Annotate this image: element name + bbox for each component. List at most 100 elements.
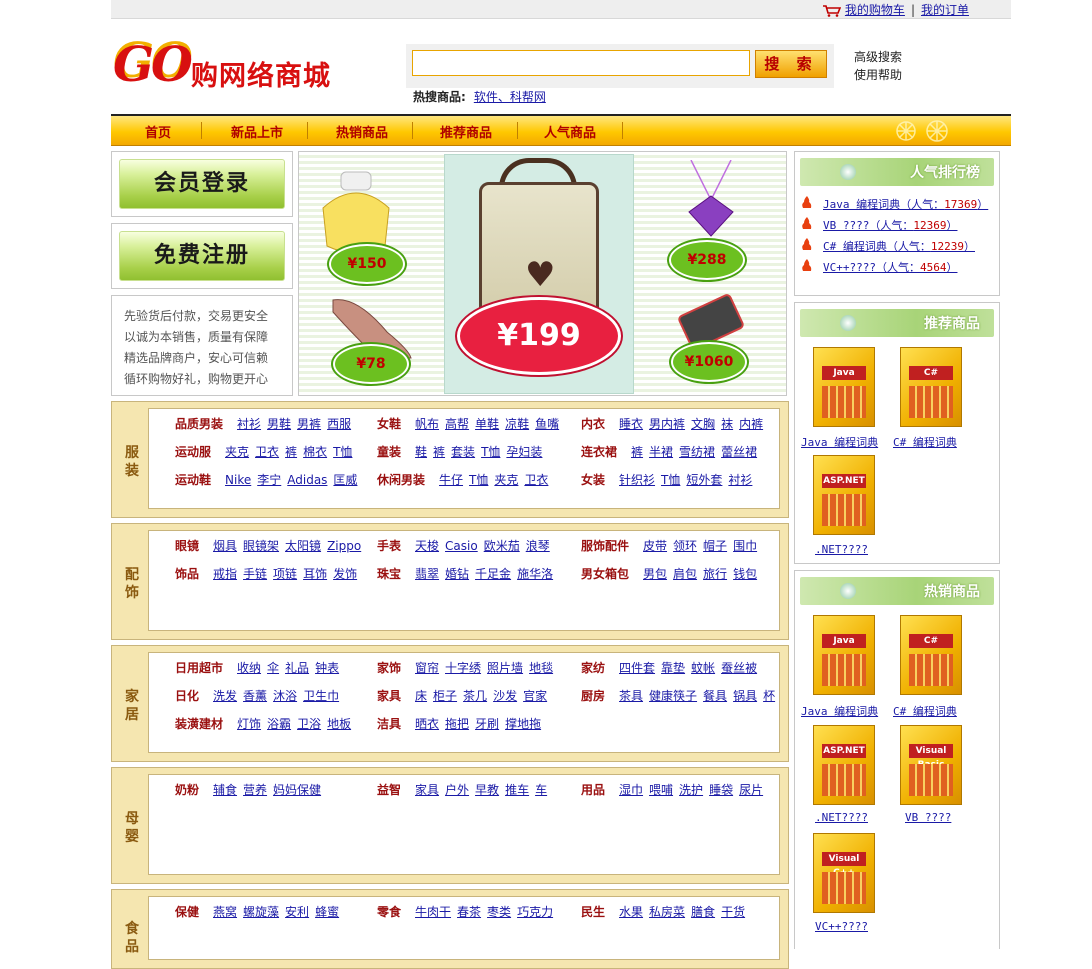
subcategory-link[interactable]: 牙刷 (475, 717, 499, 731)
book-cover[interactable]: Java (813, 347, 877, 429)
subcategory-link[interactable]: T恤 (469, 473, 488, 487)
subcategory-title[interactable]: 珠宝 (377, 565, 401, 582)
subcategory-title[interactable]: 益智 (377, 781, 401, 798)
subcategory-title[interactable]: 连衣裙 (581, 443, 617, 460)
ranking-item[interactable]: VC++????（人气：4564） (801, 259, 997, 277)
subcategory-link[interactable]: 戒指 (213, 567, 237, 581)
subcategory-link[interactable]: 皮带 (643, 539, 667, 553)
subcategory-title[interactable]: 保健 (175, 903, 199, 920)
subcategory-link[interactable]: 牛肉干 (415, 905, 451, 919)
subcategory-link[interactable]: 茶几 (463, 689, 487, 703)
subcategory-title[interactable]: 内衣 (581, 415, 605, 432)
subcategory-link[interactable]: 针织衫 (619, 473, 655, 487)
book-link[interactable]: Java 编程词典 (801, 703, 878, 719)
subcategory-link[interactable]: 尿片 (739, 783, 763, 797)
subcategory-link[interactable]: 肩包 (673, 567, 697, 581)
subcategory-link[interactable]: 湿巾 (619, 783, 643, 797)
subcategory-link[interactable]: 衬衫 (728, 473, 752, 487)
book-link[interactable]: C# 编程词典 (893, 434, 957, 450)
subcategory-title[interactable]: 运动鞋 (175, 471, 211, 488)
ranking-item[interactable]: C# 编程词典（人气：12239） (801, 238, 997, 256)
subcategory-title[interactable]: 休闲男装 (377, 471, 425, 488)
subcategory-link[interactable]: 早教 (475, 783, 499, 797)
subcategory-title[interactable]: 品质男装 (175, 415, 223, 432)
subcategory-title[interactable]: 手表 (377, 537, 401, 554)
book-cover[interactable]: Java (813, 615, 877, 697)
book-link[interactable]: .NET???? (815, 811, 868, 824)
subcategory-link[interactable]: 收纳 (237, 661, 261, 675)
subcategory-link[interactable]: 撑地拖 (505, 717, 541, 731)
subcategory-link[interactable]: 裤 (285, 445, 297, 459)
subcategory-title[interactable]: 运动服 (175, 443, 211, 460)
subcategory-link[interactable]: 沐浴 (273, 689, 297, 703)
subcategory-link[interactable]: T恤 (661, 473, 680, 487)
subcategory-link[interactable]: 四件套 (619, 661, 655, 675)
subcategory-link[interactable]: 辅食 (213, 783, 237, 797)
subcategory-link[interactable]: 干货 (721, 905, 745, 919)
subcategory-title[interactable]: 男女箱包 (581, 565, 629, 582)
subcategory-title[interactable]: 厨房 (581, 687, 605, 704)
subcategory-link[interactable]: 天梭 (415, 539, 439, 553)
subcategory-title[interactable]: 日化 (175, 687, 199, 704)
book-link[interactable]: Java 编程词典 (801, 434, 878, 450)
subcategory-link[interactable]: Zippo (327, 539, 361, 553)
book-link[interactable]: VB ???? (905, 811, 951, 824)
subcategory-link[interactable]: 喂哺 (649, 783, 673, 797)
my-orders-link[interactable]: 我的订单 (921, 3, 969, 17)
subcategory-title[interactable]: 洁具 (377, 715, 401, 732)
subcategory-link[interactable]: Nike (225, 473, 251, 487)
subcategory-link[interactable]: 孕妇装 (506, 445, 542, 459)
ranking-link[interactable]: VB ????（人气：12369） (823, 219, 957, 232)
subcategory-link[interactable]: 太阳镜 (285, 539, 321, 553)
subcategory-link[interactable]: 洗发 (213, 689, 237, 703)
book-cover[interactable]: Visual C++ (813, 833, 877, 915)
subcategory-link[interactable]: 晒衣 (415, 717, 439, 731)
subcategory-link[interactable]: T恤 (481, 445, 500, 459)
subcategory-link[interactable]: 帽子 (703, 539, 727, 553)
subcategory-link[interactable]: 单鞋 (475, 417, 499, 431)
subcategory-link[interactable]: 千足金 (475, 567, 511, 581)
book-cover[interactable]: ASP.NET (813, 455, 877, 537)
ranking-link[interactable]: C# 编程词典（人气：12239） (823, 240, 975, 253)
subcategory-link[interactable]: Casio (445, 539, 478, 553)
subcategory-link[interactable]: 男内裤 (649, 417, 685, 431)
book-link[interactable]: C# 编程词典 (893, 703, 957, 719)
nav-home[interactable]: 首页 (145, 122, 171, 141)
ranking-link[interactable]: Java 编程词典（人气：17369） (823, 198, 988, 211)
subcategory-title[interactable]: 日用超市 (175, 659, 223, 676)
subcategory-link[interactable]: 地毯 (529, 661, 553, 675)
subcategory-link[interactable]: 鱼嘴 (535, 417, 559, 431)
subcategory-link[interactable]: 李宁 (257, 473, 281, 487)
subcategory-link[interactable]: 衬衫 (237, 417, 261, 431)
subcategory-link[interactable]: 蚕丝被 (721, 661, 757, 675)
subcategory-title[interactable]: 奶粉 (175, 781, 199, 798)
subcategory-link[interactable]: 蚊帐 (691, 661, 715, 675)
subcategory-link[interactable]: 地板 (327, 717, 351, 731)
subcategory-link[interactable]: 柜子 (433, 689, 457, 703)
subcategory-link[interactable]: 卫衣 (255, 445, 279, 459)
ranking-item[interactable]: Java 编程词典（人气：17369） (801, 196, 997, 214)
subcategory-link[interactable]: 袜 (721, 417, 733, 431)
my-cart-link[interactable]: 我的购物车 (845, 3, 905, 17)
subcategory-link[interactable]: 手链 (243, 567, 267, 581)
subcategory-link[interactable]: 帆布 (415, 417, 439, 431)
subcategory-link[interactable]: T恤 (333, 445, 352, 459)
subcategory-link[interactable]: 茶具 (619, 689, 643, 703)
subcategory-link[interactable]: 高帮 (445, 417, 469, 431)
subcategory-link[interactable]: 水果 (619, 905, 643, 919)
subcategory-title[interactable]: 眼镜 (175, 537, 199, 554)
subcategory-link[interactable]: 婚钻 (445, 567, 469, 581)
subcategory-link[interactable]: 伞 (267, 661, 279, 675)
subcategory-link[interactable]: 套装 (451, 445, 475, 459)
subcategory-link[interactable]: 蕾丝裙 (721, 445, 757, 459)
subcategory-title[interactable]: 用品 (581, 781, 605, 798)
subcategory-link[interactable]: 健康筷子 (649, 689, 697, 703)
subcategory-link[interactable]: 西服 (327, 417, 351, 431)
book-cover[interactable]: Visual Basic (900, 725, 964, 807)
subcategory-link[interactable]: 螺旋藻 (243, 905, 279, 919)
subcategory-link[interactable]: 十字绣 (445, 661, 481, 675)
subcategory-link[interactable]: 膳食 (691, 905, 715, 919)
subcategory-link[interactable]: 钟表 (315, 661, 339, 675)
subcategory-link[interactable]: 洗护 (679, 783, 703, 797)
subcategory-link[interactable]: 眼镜架 (243, 539, 279, 553)
